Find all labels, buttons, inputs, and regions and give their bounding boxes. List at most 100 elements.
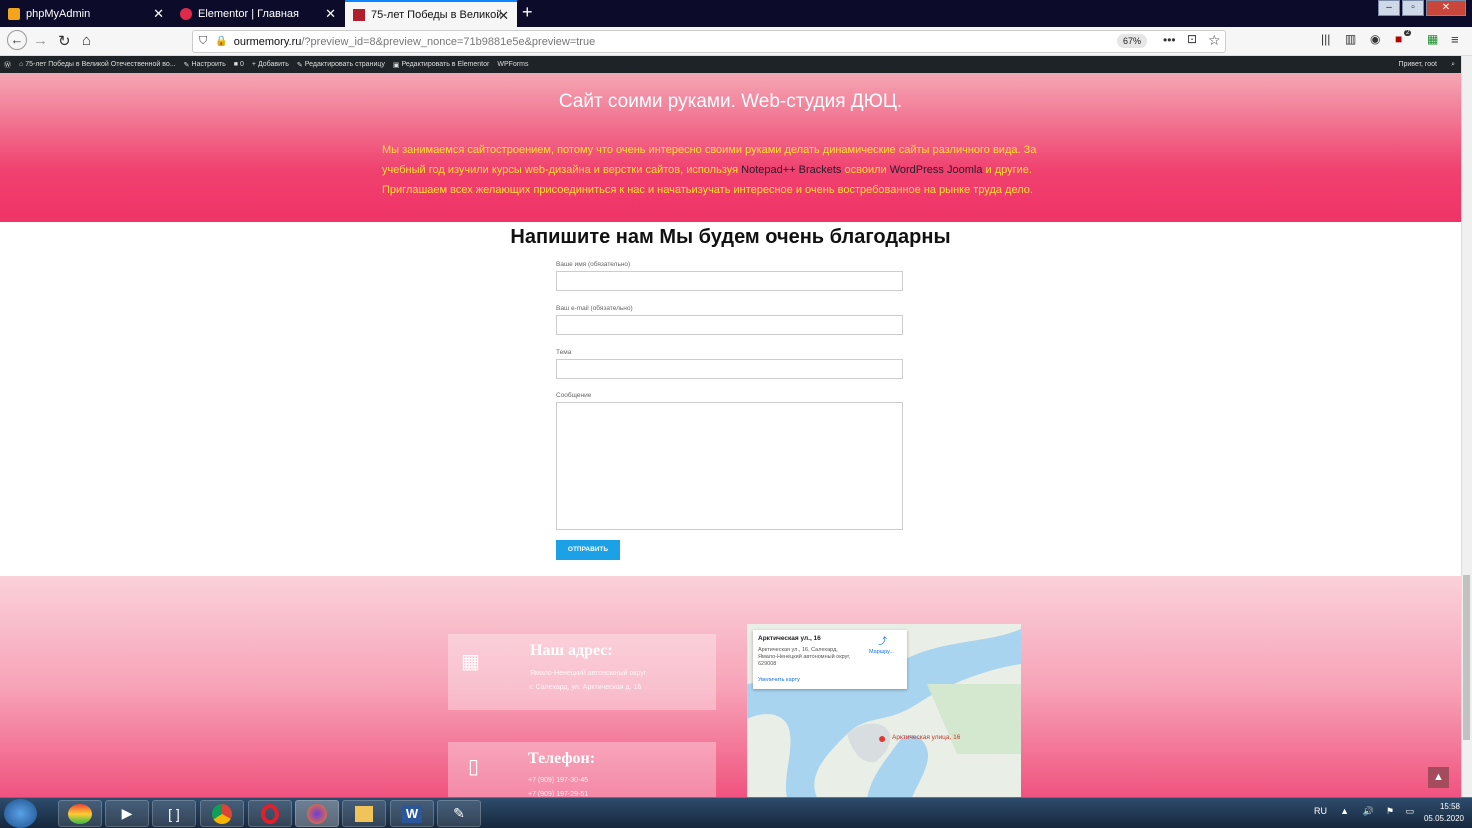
site-icon [353, 8, 365, 21]
address-title: Наш адрес: [530, 642, 613, 659]
network-icon[interactable]: ▭ [1405, 806, 1414, 817]
opera-icon[interactable] [248, 800, 292, 827]
map-place-name: Арктическая ул., 16 [758, 635, 821, 642]
folder-icon[interactable] [342, 800, 386, 827]
close-icon[interactable]: ✕ [325, 6, 336, 22]
navigation-toolbar: ← → ↻ ⌂ ⛉ 🔒 ourmemory.ru /?preview_id=8&… [0, 27, 1472, 56]
tab-title: Elementor | Главная [198, 7, 299, 20]
directions-icon[interactable]: ⤴ [878, 634, 887, 647]
name-input[interactable] [556, 271, 903, 291]
name-label: Ваше имя (обязательно) [556, 261, 631, 268]
home-button[interactable]: ⌂ [82, 32, 91, 49]
brackets-link[interactable]: Brackets [799, 164, 842, 176]
flag-icon[interactable]: ⚑ [1386, 806, 1394, 817]
map-address: Арктическая ул., 16, Салехард, Ямало-Нен… [758, 647, 851, 667]
email-input[interactable] [556, 315, 903, 335]
phone-line-1: +7 (909) 197-30-45 [528, 777, 589, 784]
address-line-1: Ямало-Ненецкий автономный округ [530, 670, 647, 677]
subject-input[interactable] [556, 359, 903, 379]
wp-admin-bar: Ⓦ ⌂ 75-лет Победы в Великой Отечественно… [0, 56, 1461, 73]
clock-time[interactable]: 15:58 [1430, 802, 1460, 811]
wp-greeting[interactable]: Привет, root [1398, 61, 1437, 68]
volume-icon[interactable]: 🔊 [1363, 806, 1374, 817]
close-window-button[interactable]: ✕ [1426, 0, 1466, 16]
pocket-icon[interactable]: ⊡ [1187, 32, 1197, 46]
hero-section: Сайт соими руками. Web-студия ДЮЦ. Мы за… [0, 73, 1461, 222]
wp-edit-elementor-link[interactable]: Редактировать в Elementor [401, 61, 489, 68]
clock-date[interactable]: 05.05.2020 [1420, 814, 1464, 823]
bookmark-star-icon[interactable]: ☆ [1208, 32, 1221, 49]
close-icon[interactable]: ✕ [153, 6, 164, 22]
firefox-icon[interactable] [295, 800, 339, 827]
notepad-link[interactable]: Notepad++ [741, 164, 795, 176]
wp-customize-link[interactable]: Настроить [192, 61, 226, 68]
account-icon[interactable]: ◉ [1370, 32, 1380, 46]
message-label: Сообщение [556, 392, 592, 399]
flower-icon [180, 7, 192, 20]
phone-title: Телефон: [528, 750, 596, 767]
zoom-indicator[interactable]: 67% [1117, 34, 1148, 48]
wp-add-new-link[interactable]: Добавить [258, 61, 289, 68]
word-icon[interactable]: W [390, 800, 434, 827]
search-icon[interactable]: ⌕ [1451, 61, 1455, 69]
back-button[interactable]: ← [7, 30, 27, 50]
tab-current[interactable]: 75-лет Победы в Великой Оте ✕ [345, 0, 517, 27]
url-bar[interactable]: ⛉ 🔒 ourmemory.ru /?preview_id=8&preview_… [192, 30, 1226, 53]
sidebar-icon[interactable]: ▥ [1345, 32, 1356, 46]
tab-title: 75-лет Победы в Великой Оте [371, 8, 501, 21]
joomla-link[interactable]: Joomla [947, 164, 982, 176]
tab-phpmyadmin[interactable]: phpMyAdmin ✕ [0, 0, 172, 27]
tab-bar: phpMyAdmin ✕ Elementor | Главная ✕ 75-ле… [0, 0, 1472, 27]
language-indicator[interactable]: RU [1314, 806, 1327, 816]
wp-edit-page-link[interactable]: Редактировать страницу [305, 61, 385, 68]
map-pin-icon[interactable]: ● [878, 730, 886, 746]
wp-wpforms-link[interactable]: WPForms [497, 61, 528, 68]
forward-button[interactable]: → [33, 32, 48, 49]
chevron-up-icon[interactable]: ▲ [1340, 806, 1349, 816]
map-enlarge-link[interactable]: Увеличить карту [758, 677, 800, 683]
paint-icon[interactable]: ✎ [437, 800, 481, 827]
wordpress-icon[interactable]: Ⓦ [4, 60, 11, 70]
chrome-icon[interactable] [200, 800, 244, 827]
wp-site-link[interactable]: 75-лет Победы в Великой Отечественной во… [25, 61, 175, 68]
address-card: ▦ Наш адрес: Ямало-Ненецкий автономный о… [448, 634, 716, 710]
url-path: /?preview_id=8&preview_nonce=71b9881e5e&… [301, 35, 596, 48]
maximize-button[interactable]: ▫ [1402, 0, 1424, 16]
wordpress-link[interactable]: WordPress [890, 164, 944, 176]
minimize-button[interactable]: – [1378, 0, 1400, 16]
app-colorful-icon[interactable] [58, 800, 102, 827]
extensions-icon[interactable]: ▦ [1427, 32, 1438, 46]
form-title: Напишите нам Мы будем очень благодарны [510, 226, 951, 248]
brackets-app-icon[interactable]: [ ] [152, 800, 196, 827]
tab-elementor[interactable]: Elementor | Главная ✕ [172, 0, 344, 27]
windows-taskbar: ▶ [ ] W ✎ RU ▲ 🔊 ⚑ ▭ 15:58 05.05.2020 [0, 797, 1472, 828]
scroll-to-top-button[interactable]: ▲ [1428, 767, 1449, 788]
comment-icon: ■ [233, 61, 238, 68]
map-route-link[interactable]: Маршру... [869, 649, 894, 655]
phone-card: ▯ Телефон: +7 (909) 197-30-45 +7 (909) 1… [448, 742, 716, 798]
address-line-2: г. Салехард, ул. Арктическая д. 16 [530, 684, 642, 691]
insecure-lock-icon[interactable]: 🔒 [215, 36, 227, 47]
new-tab-button[interactable]: + [522, 2, 533, 23]
tab-title: phpMyAdmin [26, 7, 91, 20]
start-button[interactable] [4, 799, 37, 828]
menu-icon[interactable]: ≡ [1451, 32, 1459, 47]
building-icon: ▦ [461, 651, 480, 673]
media-player-icon[interactable]: ▶ [105, 800, 149, 827]
close-icon[interactable]: ✕ [498, 8, 509, 24]
wp-comments-count[interactable]: 0 [240, 61, 244, 68]
map-info-card: Арктическая ул., 16 Арктическая ул., 16,… [753, 630, 907, 689]
message-textarea[interactable] [556, 402, 903, 530]
hero-text: Мы занимаемся сайтостроением, потому что… [382, 144, 1037, 196]
addon-icon[interactable]: ■ [1395, 32, 1402, 46]
library-icon[interactable]: ||| [1321, 32, 1330, 46]
url-host: ourmemory.ru [233, 35, 302, 48]
scrollbar-thumb[interactable] [1463, 575, 1470, 740]
reload-button[interactable]: ↻ [58, 32, 71, 50]
submit-button[interactable]: ОТПРАВИТЬ [556, 540, 620, 560]
shield-icon[interactable]: ⛉ [199, 35, 207, 48]
more-actions-icon[interactable]: ••• [1163, 33, 1176, 47]
email-label: Ваш e-mail (обязательно) [556, 305, 633, 312]
elementor-icon: ▣ [392, 61, 400, 69]
pencil-icon: ✎ [296, 61, 303, 69]
